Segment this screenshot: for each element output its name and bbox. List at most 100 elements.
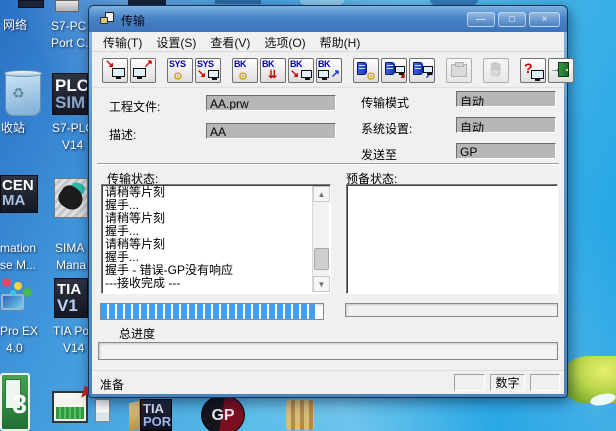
send-to-gp-button[interactable]: ↗ <box>130 58 156 83</box>
statusbar: 准备 数字 <box>92 370 564 394</box>
scrollbar[interactable]: ▲ ▼ <box>312 186 329 292</box>
status-line: ---接收完成 --- <box>103 277 311 290</box>
icon-label: 网络 <box>3 16 27 33</box>
menu-item-3[interactable]: 选项(O) <box>257 32 312 53</box>
arrow-icon: ↘ <box>197 69 206 80</box>
icon-label: Mana <box>56 258 86 272</box>
window-title: 传输 <box>121 12 145 29</box>
card-icon <box>385 62 395 75</box>
monitor-icon <box>112 68 125 77</box>
current-progress-bar <box>100 303 324 320</box>
total-progress-label: 总进度 <box>119 325 155 342</box>
hand-stop-icon <box>488 62 504 78</box>
send-to-label: 发送至 <box>361 146 397 163</box>
transfer-mode-field: 自动 <box>456 91 556 107</box>
scroll-down-button[interactable]: ▼ <box>313 276 330 292</box>
toolbar: ↘ ↗ SYS ⚙ SYS ↘ BK ⚙ BK ⇊ <box>92 53 564 88</box>
status-panel-blank <box>530 374 560 391</box>
works3-icon: 3 <box>0 373 30 431</box>
license-manager-icon: CEN MA <box>0 175 38 213</box>
door-icon <box>558 62 569 77</box>
receive-from-gp-button[interactable]: ↘ <box>102 58 128 83</box>
icon-label: S7-PC <box>51 19 86 33</box>
backup-setup-button[interactable]: BK ⚙ <box>232 58 258 83</box>
status-panel-blank <box>454 374 485 391</box>
icon-label: 收站 <box>1 119 25 136</box>
tia-portal-icon: TIA V1 <box>54 278 88 318</box>
minimize-button[interactable]: — <box>467 12 495 27</box>
total-progress-bar <box>98 342 558 360</box>
desktop-icon-fragment[interactable] <box>286 400 314 430</box>
scroll-up-button[interactable]: ▲ <box>313 186 330 202</box>
menu-item-4[interactable]: 帮助(H) <box>313 32 368 53</box>
arrow-icon: ↗ <box>331 69 340 80</box>
system-send-button[interactable]: SYS ↘ <box>195 58 221 83</box>
menu-item-2[interactable]: 查看(V) <box>203 32 257 53</box>
icon-label: SIMA <box>55 241 84 255</box>
card-icon <box>413 62 423 75</box>
monitor-icon <box>423 66 433 73</box>
maximize-button[interactable]: □ <box>498 12 526 27</box>
transfer-status-list[interactable]: 请稍等片刻握手...请稍等片刻握手...请稍等片刻握手...握手 - 错误-GP… <box>101 184 331 294</box>
system-setup-label: 系统设置: <box>361 120 412 137</box>
recycle-arrows-glyph: ♻ <box>12 85 25 102</box>
description-label: 描述: <box>109 126 136 143</box>
arrow-down-icon: ⇊ <box>268 70 277 81</box>
monitor-icon <box>208 70 219 78</box>
status-panel-num: 数字 <box>490 374 525 391</box>
desktop-icon-fragment <box>215 0 261 4</box>
exit-button[interactable]: → <box>548 58 574 83</box>
backup-export-button[interactable]: BK ↗ <box>316 58 342 83</box>
cf-card-setup-button[interactable]: ⚙ <box>353 58 379 83</box>
menu-item-0[interactable]: 传输(T) <box>96 32 149 53</box>
icon-label: Pro EX <box>0 324 38 338</box>
printer-icon <box>451 64 467 77</box>
titlebar[interactable]: 传输 — □ × <box>89 6 567 32</box>
icon-label: 4.0 <box>6 341 23 355</box>
transfer-mode-label: 传输模式 <box>361 94 409 111</box>
scroll-thumb[interactable] <box>314 248 329 270</box>
gear-icon: ⚙ <box>238 72 248 83</box>
cf-card-export-button[interactable]: ↗ <box>409 58 435 83</box>
icon-label: mation <box>0 241 36 255</box>
transfer-window: 传输 — □ × 传输(T)设置(S)查看(V)选项(O)帮助(H) ↘ ↗ S… <box>88 5 568 398</box>
gp-pro-ex-icon <box>0 278 32 322</box>
arrow-out-icon: ↗ <box>144 59 153 70</box>
icon-label: V14 <box>62 138 83 152</box>
print-button <box>446 58 472 83</box>
system-setup-field: 自动 <box>456 117 556 133</box>
status-lines: 请稍等片刻握手...请稍等片刻握手...请稍等片刻握手...握手 - 错误-GP… <box>103 186 311 290</box>
menubar: 传输(T)设置(S)查看(V)选项(O)帮助(H) <box>92 33 564 52</box>
separator <box>97 163 559 165</box>
project-file-field: AA.prw <box>206 95 336 111</box>
arrow-icon: ↘ <box>290 69 299 80</box>
send-to-field: GP <box>456 143 556 159</box>
gp-ball-icon: GP <box>201 395 245 431</box>
backup-receive-button[interactable]: BK ⇊ <box>260 58 286 83</box>
icon-label: V14 <box>63 341 84 355</box>
progress-fill <box>101 304 316 319</box>
project-file-label: 工程文件: <box>109 98 160 115</box>
gear-icon: ⚙ <box>366 72 376 83</box>
desktop: 网络 S7-PC Port C... ♻ 收站 PLC SIM S7-PLC V… <box>0 0 616 431</box>
plcsim-icon: PLC SIM <box>52 73 88 115</box>
status-ready-text: 准备 <box>100 376 124 393</box>
window-system-icon[interactable] <box>100 12 115 26</box>
compare-button[interactable]: ? <box>520 58 546 83</box>
monitor-icon <box>395 66 405 73</box>
desktop-icon-fragment[interactable] <box>95 399 110 422</box>
screen-editor-icon <box>52 391 88 423</box>
system-setup-button[interactable]: SYS ⚙ <box>167 58 193 83</box>
prepare-status-list[interactable] <box>346 184 558 294</box>
close-button[interactable]: × <box>529 12 560 27</box>
network-icon <box>18 0 44 8</box>
backup-send-button[interactable]: BK ↘ <box>288 58 314 83</box>
s7pc-icon <box>55 0 79 12</box>
icon-label: TIA Po <box>53 324 89 338</box>
cf-card-send-button[interactable]: ↘ <box>381 58 407 83</box>
gear-icon: ⚙ <box>173 72 183 83</box>
icon-label: se M... <box>0 258 36 272</box>
recycle-bin-icon: ♻ <box>5 72 41 116</box>
tia-fragment-icon: TIA POR <box>140 399 172 431</box>
menu-item-1[interactable]: 设置(S) <box>149 32 203 53</box>
